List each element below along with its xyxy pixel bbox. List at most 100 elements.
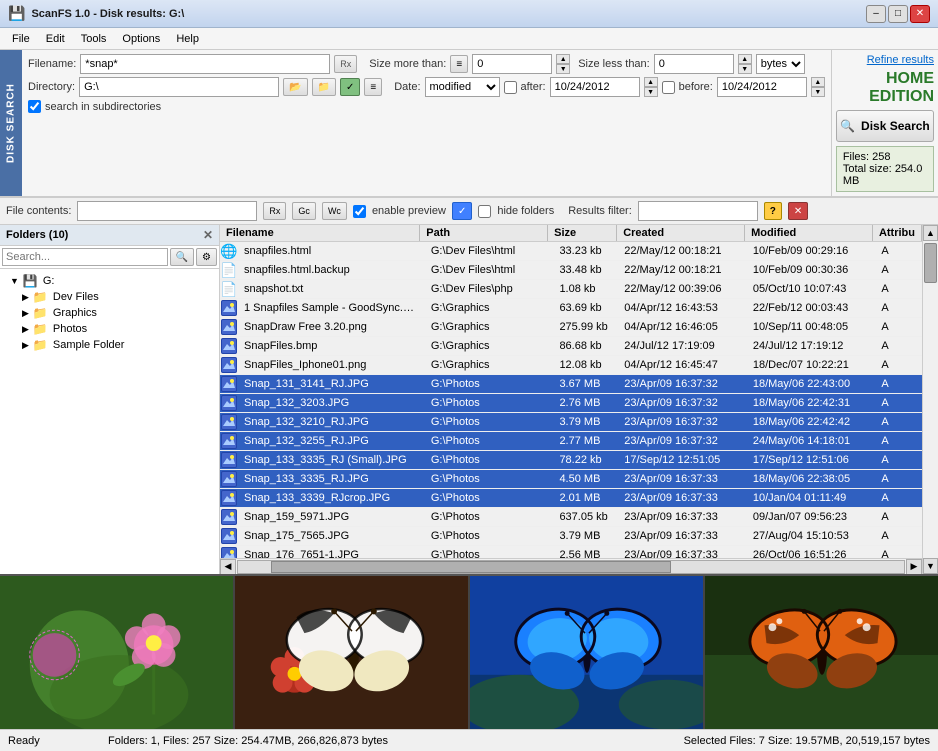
file-row[interactable]: Snap_132_3255_RJ.JPGG:\Photos2.77 MB23/A… bbox=[220, 432, 922, 451]
hide-folders-checkbox[interactable] bbox=[478, 205, 491, 218]
col-path[interactable]: Path bbox=[420, 225, 548, 241]
minimize-button[interactable]: – bbox=[866, 5, 886, 23]
file-row[interactable]: Snap_132_3210_RJ.JPGG:\Photos3.79 MB23/A… bbox=[220, 413, 922, 432]
date-before-checkbox[interactable] bbox=[662, 81, 675, 94]
file-list-panel: Filename Path Size Created Modified Attr… bbox=[220, 225, 922, 574]
size-more-input[interactable] bbox=[472, 54, 552, 74]
tree-item-g[interactable]: ▼ 💾 G: bbox=[4, 273, 215, 289]
file-row[interactable]: Snap_132_3203.JPGG:\Photos2.76 MB23/Apr/… bbox=[220, 394, 922, 413]
size-less-input[interactable] bbox=[654, 54, 734, 74]
file-row[interactable]: SnapDraw Free 3.20.pngG:\Graphics275.99 … bbox=[220, 318, 922, 337]
hscroll-track[interactable] bbox=[237, 560, 905, 574]
search-panel: DISK SEARCH Filename: Rx Size more than:… bbox=[0, 50, 938, 197]
file-row[interactable]: SnapFiles.bmpG:\Graphics86.68 kb24/Jul/1… bbox=[220, 337, 922, 356]
file-row[interactable]: Snap_176_7651-1.JPGG:\Photos2.56 MB23/Ap… bbox=[220, 546, 922, 558]
file-row[interactable]: SnapFiles_Iphone01.pngG:\Graphics12.08 k… bbox=[220, 356, 922, 375]
filename-input[interactable] bbox=[80, 54, 330, 74]
date-type-select[interactable]: modified bbox=[425, 77, 500, 97]
tree-item-devfiles[interactable]: ▶ 📁 Dev Files bbox=[4, 289, 215, 305]
size-cell: 86.68 kb bbox=[553, 339, 618, 353]
disk-search-button[interactable]: 🔍 Disk Search bbox=[836, 110, 934, 142]
tree-item-photos[interactable]: ▶ 📁 Photos bbox=[4, 321, 215, 337]
enable-preview-checkbox[interactable] bbox=[353, 205, 366, 218]
fc-btn2[interactable]: Gc bbox=[292, 202, 316, 220]
dir-up-btn[interactable]: 📁 bbox=[312, 78, 336, 96]
menu-options[interactable]: Options bbox=[114, 31, 168, 47]
hscroll-right-btn[interactable]: ▶ bbox=[906, 559, 922, 575]
file-row[interactable]: 1 Snapfiles Sample - GoodSync.pngG:\Grap… bbox=[220, 299, 922, 318]
filename-clear-btn[interactable]: Rx bbox=[334, 55, 357, 73]
dir-check-btn[interactable]: ✓ bbox=[340, 78, 360, 96]
date-after-up[interactable]: ▲ bbox=[644, 77, 658, 87]
file-type-icon bbox=[220, 299, 238, 317]
col-size[interactable]: Size bbox=[548, 225, 617, 241]
size-cell: 33.48 kb bbox=[553, 263, 618, 277]
file-contents-input[interactable] bbox=[77, 201, 257, 221]
date-after-down[interactable]: ▼ bbox=[644, 87, 658, 97]
menu-help[interactable]: Help bbox=[168, 31, 207, 47]
preview-toggle-btn[interactable]: ✓ bbox=[452, 202, 472, 220]
menu-edit[interactable]: Edit bbox=[38, 31, 73, 47]
vertical-scrollbar[interactable]: ▲ ▼ bbox=[922, 225, 938, 574]
date-after-checkbox[interactable] bbox=[504, 81, 517, 94]
hscroll-left-btn[interactable]: ◀ bbox=[220, 559, 236, 575]
created-cell: 23/Apr/09 16:37:32 bbox=[618, 396, 747, 410]
col-attrib[interactable]: Attribu bbox=[873, 225, 922, 241]
file-row[interactable]: Snap_133_3339_RJcrop.JPGG:\Photos2.01 MB… bbox=[220, 489, 922, 508]
hscroll-thumb[interactable] bbox=[271, 561, 671, 573]
tree-item-graphics[interactable]: ▶ 📁 Graphics bbox=[4, 305, 215, 321]
col-filename[interactable]: Filename bbox=[220, 225, 420, 241]
file-row[interactable]: Snap_159_5971.JPGG:\Photos637.05 kb23/Ap… bbox=[220, 508, 922, 527]
vscroll-thumb[interactable] bbox=[924, 243, 937, 283]
size-more-down-btn[interactable]: ▼ bbox=[556, 64, 570, 74]
menu-tools[interactable]: Tools bbox=[73, 31, 115, 47]
folders-filter-btn[interactable]: ⚙ bbox=[196, 248, 217, 266]
vscroll-track[interactable] bbox=[923, 241, 938, 558]
file-row[interactable]: Snap_133_3335_RJ (Small).JPGG:\Photos78.… bbox=[220, 451, 922, 470]
fc-btn1[interactable]: Rx bbox=[263, 202, 286, 220]
size-cell: 78.22 kb bbox=[553, 453, 618, 467]
attr-cell: A bbox=[875, 510, 922, 524]
modified-cell: 10/Feb/09 00:29:16 bbox=[747, 244, 876, 258]
dir-browse-btn[interactable]: 📂 bbox=[283, 78, 307, 96]
date-before-up[interactable]: ▲ bbox=[811, 77, 825, 87]
folders-search-btn[interactable]: 🔍 bbox=[170, 248, 194, 266]
size-less-down-btn[interactable]: ▼ bbox=[738, 64, 752, 74]
size-more-icon-btn[interactable]: ≡ bbox=[450, 55, 468, 73]
file-row[interactable]: 🌐snapfiles.htmlG:\Dev Files\html33.23 kb… bbox=[220, 242, 922, 261]
menu-file[interactable]: File bbox=[4, 31, 38, 47]
filter-help-btn[interactable]: ? bbox=[764, 202, 782, 220]
col-created[interactable]: Created bbox=[617, 225, 745, 241]
dir-icon-btn[interactable]: ≡ bbox=[364, 78, 382, 96]
size-less-up-btn[interactable]: ▲ bbox=[738, 54, 752, 64]
vscroll-up-btn[interactable]: ▲ bbox=[923, 225, 938, 241]
created-cell: 04/Apr/12 16:46:05 bbox=[618, 320, 747, 334]
file-row[interactable]: Snap_133_3335_RJ.JPGG:\Photos4.50 MB23/A… bbox=[220, 470, 922, 489]
folders-close-btn[interactable]: ✕ bbox=[203, 228, 213, 242]
date-before-input[interactable] bbox=[717, 77, 807, 97]
tree-item-samplefolder[interactable]: ▶ 📁 Sample Folder bbox=[4, 337, 215, 353]
date-after-input[interactable] bbox=[550, 77, 640, 97]
search-subdirs-checkbox[interactable] bbox=[28, 100, 41, 113]
fc-btn3[interactable]: Wc bbox=[322, 202, 347, 220]
directory-input[interactable] bbox=[79, 77, 279, 97]
file-type-icon bbox=[220, 337, 238, 355]
date-before-down[interactable]: ▼ bbox=[811, 87, 825, 97]
file-row[interactable]: 📄snapfiles.html.backupG:\Dev Files\html3… bbox=[220, 261, 922, 280]
file-row[interactable]: Snap_131_3141_RJ.JPGG:\Photos3.67 MB23/A… bbox=[220, 375, 922, 394]
file-row[interactable]: 📄snapshot.txtG:\Dev Files\php1.08 kb22/M… bbox=[220, 280, 922, 299]
size-more-up-btn[interactable]: ▲ bbox=[556, 54, 570, 64]
file-row[interactable]: Snap_175_7565.JPGG:\Photos3.79 MB23/Apr/… bbox=[220, 527, 922, 546]
close-button[interactable]: ✕ bbox=[910, 5, 930, 23]
folders-search-input[interactable] bbox=[2, 248, 168, 266]
vscroll-down-btn[interactable]: ▼ bbox=[923, 558, 938, 574]
filter-clear-btn[interactable]: ✕ bbox=[788, 202, 808, 220]
created-cell: 23/Apr/09 16:37:32 bbox=[618, 434, 747, 448]
maximize-button[interactable]: □ bbox=[888, 5, 908, 23]
size-unit-select[interactable]: bytes KB MB bbox=[756, 54, 805, 74]
col-modified[interactable]: Modified bbox=[745, 225, 873, 241]
horizontal-scrollbar[interactable]: ◀ ▶ bbox=[220, 558, 922, 574]
refine-results-link[interactable]: Refine results bbox=[836, 54, 934, 66]
modified-cell: 18/May/06 22:42:31 bbox=[747, 396, 876, 410]
results-filter-input[interactable] bbox=[638, 201, 758, 221]
